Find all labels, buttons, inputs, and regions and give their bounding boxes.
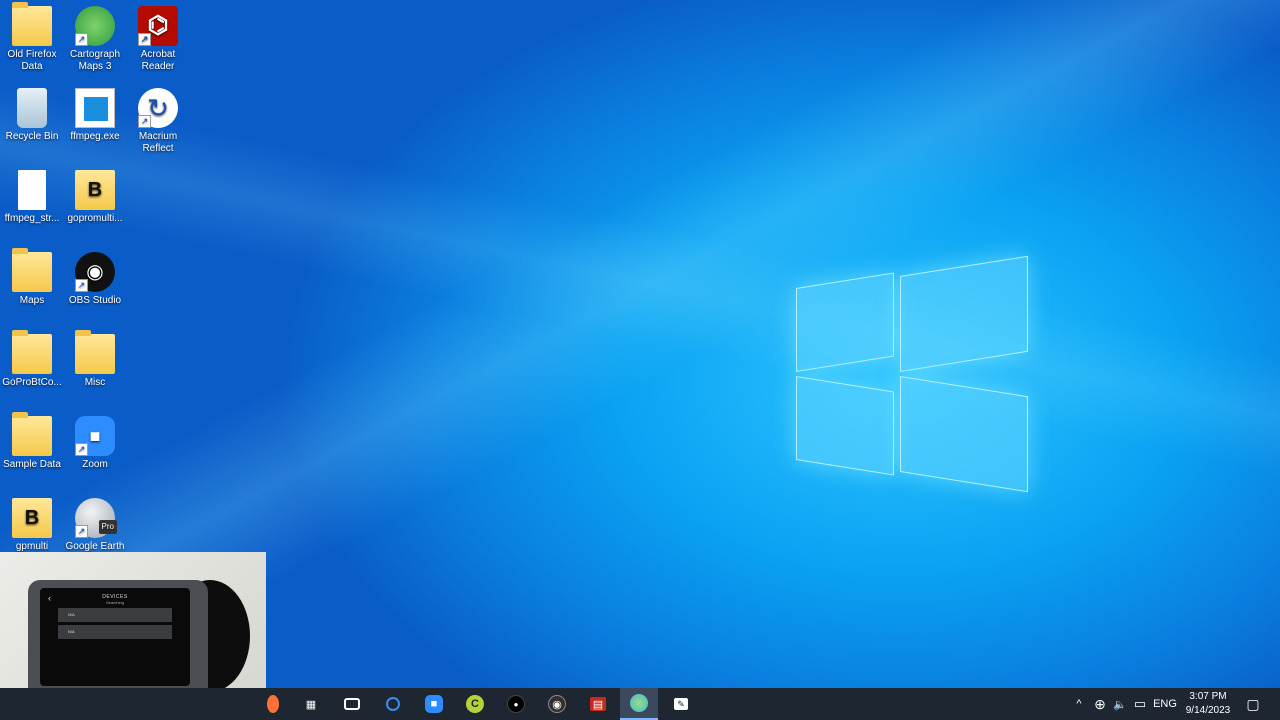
obs-icon: ◉ xyxy=(75,252,115,292)
desktop-icon-label: OBS Studio xyxy=(68,295,122,306)
logo-pane xyxy=(900,255,1028,372)
google-earth-icon: Pro xyxy=(75,498,117,538)
desktop-icon-maps[interactable]: Maps xyxy=(0,248,64,307)
clock-date: 9/14/2023 xyxy=(1185,705,1231,716)
batch-file-icon: B xyxy=(12,498,52,538)
camera-device-row: N/A xyxy=(58,625,172,639)
desktop-icon-cartograph[interactable]: Cartograph Maps 3 xyxy=(63,6,127,73)
folder-icon xyxy=(12,2,52,46)
desktop-icon-google-earth[interactable]: Pro Google Earth xyxy=(63,498,127,553)
desktop-icon-gopromulti[interactable]: B gopromulti... xyxy=(63,170,127,225)
desktop-icon-label: Sample Data xyxy=(3,459,61,470)
folder-icon xyxy=(12,330,52,374)
desktop-icon-label: Acrobat Reader xyxy=(140,49,176,72)
folder-icon xyxy=(75,330,115,374)
taskbar-obs[interactable]: ◉ xyxy=(538,688,576,720)
batch-file-icon: B xyxy=(75,170,115,210)
taskbar-task-view[interactable]: ▦ xyxy=(292,688,330,720)
taskbar: ▦ ■ C ● ◉ ▤ ✎ ^ ⊕ 🔈 ▭ ENG 3:07 PM 9/14/2… xyxy=(0,688,1280,720)
desktop-icon-label: Misc xyxy=(84,377,106,388)
cartograph-icon xyxy=(75,6,115,46)
notifications-icon[interactable]: ▢ xyxy=(1240,688,1266,720)
camera-icon xyxy=(344,698,360,710)
desktop-icon-label: Old Firefox Data xyxy=(7,49,57,72)
taskbar-news[interactable]: ▤ xyxy=(579,688,617,720)
desktop-icon-ffmpeg-str[interactable]: ffmpeg_str... xyxy=(0,170,64,225)
news-icon: ▤ xyxy=(590,697,606,711)
desktop-icon-label: GoProBtCo... xyxy=(2,377,62,388)
desktop-icon-macrium[interactable]: ↻ Macrium Reflect xyxy=(126,88,190,155)
task-view-icon: ▦ xyxy=(305,698,317,711)
macrium-icon: ↻ xyxy=(138,88,178,128)
folder-icon xyxy=(12,412,52,456)
taskbar-greenshot[interactable]: C xyxy=(456,688,494,720)
taskbar-zoom[interactable]: ■ xyxy=(415,688,453,720)
desktop-icon-ffmpeg[interactable]: ffmpeg.exe xyxy=(63,88,127,143)
ffmpeg-icon xyxy=(75,88,115,128)
document-icon xyxy=(18,170,46,210)
back-arrow-icon: ‹ xyxy=(48,593,51,603)
desktop-icon-label: ffmpeg_str... xyxy=(4,213,60,224)
logo-pane xyxy=(796,376,894,476)
desktop-icon-acrobat[interactable]: ⌬ Acrobat Reader xyxy=(126,6,190,73)
volume-icon[interactable]: 🔈 xyxy=(1110,688,1130,720)
clock[interactable]: 3:07 PM 9/14/2023 xyxy=(1176,688,1240,720)
desktop-icon-label: Recycle Bin xyxy=(5,131,59,142)
desktop-icon-zoom[interactable]: ■ Zoom xyxy=(63,416,127,471)
windows-logo xyxy=(796,255,1028,493)
obs-icon: ◉ xyxy=(548,695,566,713)
desktop-icon-gpmulti[interactable]: B gpmulti xyxy=(0,498,64,553)
taskbar-camera[interactable] xyxy=(333,688,371,720)
taskbar-screen-tool[interactable]: ✎ xyxy=(662,688,700,720)
recycle-bin-icon xyxy=(17,88,47,128)
tray-chevron-icon[interactable]: ^ xyxy=(1070,688,1088,720)
camera-screen: ‹ DEVICES Searching N/A N/A xyxy=(40,588,190,686)
folder-icon xyxy=(12,248,52,292)
record-icon: ● xyxy=(507,695,525,713)
taskbar-record[interactable]: ● xyxy=(497,688,535,720)
desktop-icon-old-firefox-data[interactable]: Old Firefox Data xyxy=(0,2,64,73)
desktop-icon-sample-data[interactable]: Sample Data xyxy=(0,412,64,471)
desktop-icon-label: ffmpeg.exe xyxy=(70,131,120,142)
desktop-icon-label: Maps xyxy=(19,295,45,306)
logo-pane xyxy=(796,272,894,372)
network-icon[interactable]: ⊕ xyxy=(1090,688,1110,720)
taskbar-firefox[interactable] xyxy=(266,688,280,720)
screen-tool-icon: ✎ xyxy=(674,698,688,710)
clock-time: 3:07 PM xyxy=(1189,691,1227,702)
desktop-icon-goprobtco[interactable]: GoProBtCo... xyxy=(0,330,64,389)
zoom-icon: ■ xyxy=(425,695,443,713)
taskbar-cortana[interactable] xyxy=(374,688,412,720)
battery-icon[interactable]: ▭ xyxy=(1130,688,1150,720)
desktop-icon-label: Zoom xyxy=(82,459,108,470)
cortana-icon xyxy=(386,697,400,711)
zoom-icon: ■ xyxy=(75,416,115,456)
desktop-icon-misc[interactable]: Misc xyxy=(63,330,127,389)
camera-screen-subtitle: Searching xyxy=(105,600,124,605)
taskbar-maps[interactable] xyxy=(620,688,658,720)
camera-screen-title: DEVICES xyxy=(102,594,128,600)
logo-pane xyxy=(900,376,1028,493)
desktop-icon-obs-studio[interactable]: ◉ OBS Studio xyxy=(63,252,127,307)
desktop-icon-recycle-bin[interactable]: Recycle Bin xyxy=(0,88,64,143)
greenshot-icon: C xyxy=(466,695,484,713)
desktop-icon-label: Macrium Reflect xyxy=(138,131,178,154)
desktop-icon-label: Cartograph Maps 3 xyxy=(69,49,121,72)
pro-badge: Pro xyxy=(98,520,117,534)
acrobat-icon: ⌬ xyxy=(138,6,178,46)
maps-icon xyxy=(630,694,648,712)
firefox-icon xyxy=(267,695,279,713)
desktop-icon-label: gopromulti... xyxy=(67,213,123,224)
camera-device-row: N/A xyxy=(58,608,172,622)
